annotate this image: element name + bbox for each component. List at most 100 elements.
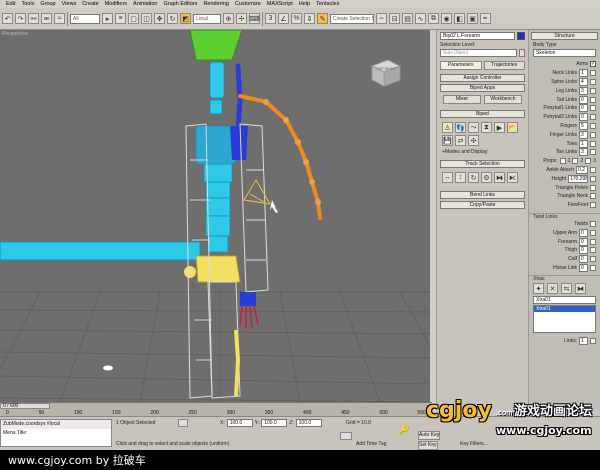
biped-head[interactable] [189, 30, 243, 61]
render-setup-icon[interactable]: ◧ [454, 13, 465, 24]
create-xtra-icon[interactable]: ✦ [533, 283, 544, 295]
object-color-swatch[interactable] [517, 32, 525, 40]
edit-named-selection-icon[interactable]: ✎ [317, 13, 328, 24]
param-value[interactable]: 0 [579, 113, 588, 122]
links-value[interactable]: 1 [579, 336, 588, 345]
y-coordinate-field[interactable]: 100.0 [261, 419, 288, 427]
biped-left-arm[interactable] [235, 63, 243, 133]
param-value[interactable]: 0 [579, 104, 588, 113]
rendered-frame-icon[interactable]: ▣ [467, 13, 478, 24]
rotate-icon[interactable]: ↻ [167, 13, 178, 24]
menu-tools[interactable]: Tools [21, 1, 34, 7]
menu-edit[interactable]: Edit [6, 1, 15, 7]
curve-editor-icon[interactable]: ∿ [415, 13, 426, 24]
body-type-dropdown[interactable]: Skeleton [533, 49, 596, 57]
xtras-list-item[interactable]: Xtra01 [534, 306, 595, 313]
spinner-arrows-icon[interactable] [590, 131, 596, 138]
x-coordinate-field[interactable]: 100.0 [226, 419, 253, 427]
region-select-icon[interactable]: ▢ [128, 13, 139, 24]
move-icon[interactable]: ✥ [154, 13, 165, 24]
angle-snap-icon[interactable]: ∠ [278, 13, 289, 24]
spinner-arrows-icon[interactable] [590, 238, 596, 245]
rollout-biped[interactable]: Biped [440, 110, 525, 118]
biped-pelvis[interactable] [195, 255, 241, 283]
set-key-icon[interactable]: 🔑 [398, 425, 409, 436]
biped-right-hand[interactable] [184, 266, 196, 278]
maxscript-listener[interactable]: ZubMode.coordsys #local Menu Title: [0, 419, 112, 447]
menu-views[interactable]: Views [62, 1, 77, 7]
render-production-icon[interactable]: ☕ [480, 13, 491, 24]
param-value[interactable]: 3 [579, 130, 588, 139]
lock-selection-icon[interactable] [178, 419, 188, 427]
spinner-arrows-icon[interactable] [590, 114, 596, 121]
schematic-view-icon[interactable]: ⧉ [428, 13, 439, 24]
spinner-arrows-icon[interactable] [590, 256, 596, 263]
param-value[interactable]: 0 [579, 95, 588, 104]
link-icon[interactable]: ⚯ [28, 13, 39, 24]
snap-3d-icon[interactable]: 3 [265, 13, 276, 24]
spinner-arrows-icon[interactable] [590, 122, 596, 129]
object-name-field[interactable]: Bip02 L Forearm [440, 32, 515, 40]
add-time-tag-button[interactable]: Add Time Tag [356, 441, 386, 447]
nav-cube[interactable]: TOP RIGHT [370, 59, 402, 87]
menu-rendering[interactable]: Rendering [203, 1, 228, 7]
select-and-manipulate-icon[interactable]: ✢ [236, 13, 247, 24]
timeline[interactable]: 0 / 600 0 50 100 150 200 250 300 350 400… [0, 402, 432, 416]
triangle-pelvis-checkbox[interactable] [590, 184, 596, 191]
spinner-arrows-icon[interactable] [590, 96, 596, 103]
biped-left-hand[interactable] [240, 292, 256, 306]
bind-space-warp-icon[interactable]: ≈ [54, 13, 65, 24]
material-editor-icon[interactable]: ◉ [441, 13, 452, 24]
scale-icon[interactable]: ◩ [180, 13, 191, 24]
workbench-button[interactable]: Workbench [484, 95, 522, 104]
z-coordinate-field[interactable]: 100.0 [295, 419, 322, 427]
rollout-structure[interactable]: Structure [531, 32, 598, 40]
menu-group[interactable]: Group [40, 1, 55, 7]
twists-checkbox[interactable] [590, 220, 596, 227]
rollout-biped-apps[interactable]: Biped Apps [440, 84, 525, 92]
selection-filter-dropdown[interactable]: All [70, 13, 100, 24]
undo-icon[interactable]: ↶ [2, 13, 13, 24]
param-value[interactable]: 4 [579, 77, 588, 86]
biped-tail-chain[interactable] [238, 94, 322, 220]
menu-modifiers[interactable]: Modifiers [105, 1, 127, 7]
rollout-copy-paste[interactable]: Copy/Paste [440, 201, 525, 209]
props-checkbox[interactable] [559, 158, 566, 165]
param-value[interactable]: 5 [579, 121, 588, 130]
select-object-icon[interactable]: ▸ [102, 13, 113, 24]
load-file-icon[interactable]: 📂 [507, 122, 518, 133]
menu-maxscript[interactable]: MAXScript [267, 1, 293, 7]
param-value[interactable]: 1 [579, 69, 588, 78]
rollout-assign-controller[interactable]: Assign Controller [440, 74, 525, 82]
param-value[interactable]: 3 [579, 86, 588, 95]
mixer-button[interactable]: Mixer [443, 95, 481, 104]
xtras-list[interactable]: Xtra01 [533, 305, 596, 334]
move-all-mode-icon[interactable]: ✣ [468, 135, 479, 146]
time-slider[interactable]: 0 / 600 [0, 403, 50, 409]
twist-param-value[interactable]: 0 [579, 255, 588, 264]
create-opposite-xtra-icon[interactable]: ⇆ [561, 283, 572, 295]
spinner-arrows-icon[interactable] [590, 140, 596, 147]
props-checkbox[interactable] [585, 158, 592, 165]
param-value[interactable]: 3 [579, 148, 588, 157]
named-selection-sets-dropdown[interactable]: Create Selection Se [330, 13, 374, 24]
spinner-arrows-icon[interactable] [590, 166, 596, 173]
tab-trajectories[interactable]: Trajectories [483, 61, 525, 70]
rollout-bend-links[interactable]: Bend Links [440, 191, 525, 199]
menu-customize[interactable]: Customize [235, 1, 261, 7]
spinner-arrows-icon[interactable] [590, 247, 596, 254]
menu-help[interactable]: Help [299, 1, 310, 7]
spinner-arrows-icon[interactable] [590, 175, 596, 182]
opposite-icon[interactable]: ⧔ [507, 172, 518, 183]
twist-param-value[interactable]: 0 [579, 228, 588, 237]
window-crossing-icon[interactable]: ◫ [141, 13, 152, 24]
spinner-arrows-icon[interactable] [590, 70, 596, 77]
menu-animation[interactable]: Animation [133, 1, 157, 7]
lock-cog-icon[interactable]: ⚙ [481, 172, 492, 183]
mirror-icon[interactable]: ⇔ [376, 13, 387, 24]
param-value[interactable]: 1 [579, 139, 588, 148]
triangle-neck-checkbox[interactable] [590, 193, 596, 200]
biped-spine[interactable] [195, 61, 237, 253]
spinner-arrows-icon[interactable] [590, 78, 596, 85]
percent-snap-icon[interactable]: % [291, 13, 302, 24]
